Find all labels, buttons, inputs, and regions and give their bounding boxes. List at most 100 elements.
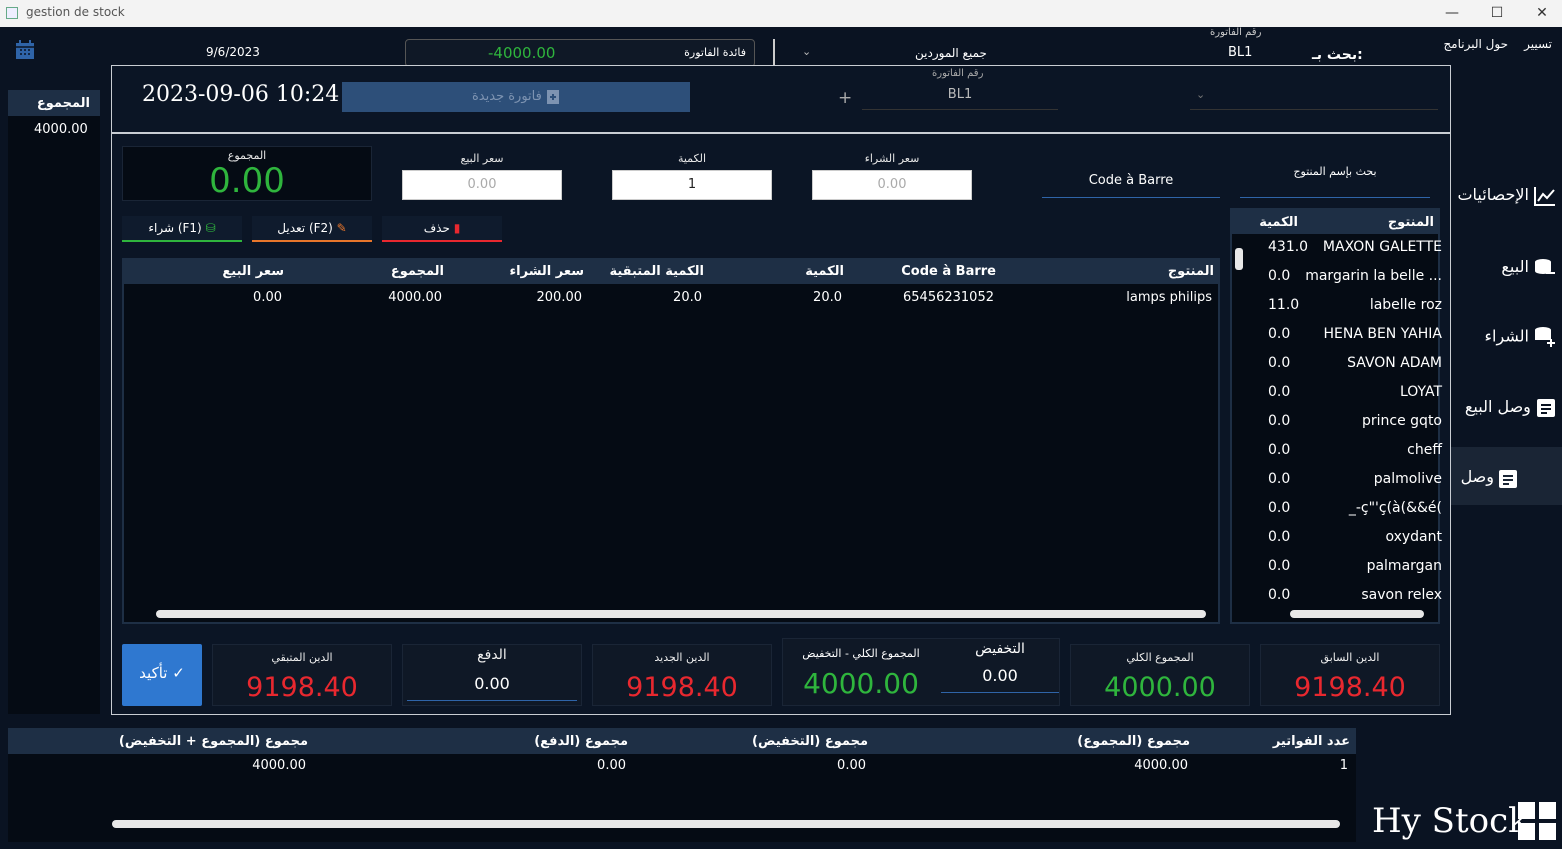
remaining-debt-label: الدين المتبقي bbox=[271, 651, 333, 664]
col-product-name[interactable]: المنتوج bbox=[1388, 215, 1434, 230]
name-search-tab[interactable]: بحث بإسم المنتوج bbox=[1240, 162, 1430, 198]
buy-price-input[interactable]: 0.00 bbox=[812, 170, 972, 200]
col-total[interactable]: المجموع bbox=[391, 264, 444, 279]
cell-sum-payment: 0.00 bbox=[597, 758, 626, 773]
maximize-button[interactable]: ☐ bbox=[1477, 2, 1517, 24]
profit-box: -4000.00 فائدة الفاتورة bbox=[405, 39, 755, 67]
list-item[interactable]: 0.0 SAVON ADAM bbox=[1242, 350, 1442, 379]
left-total-value: 4000.00 bbox=[34, 122, 88, 137]
col-sum-discount[interactable]: مجموع (التخفيض) bbox=[752, 734, 868, 749]
summary-table-scrollbar[interactable] bbox=[112, 820, 1340, 828]
col-sell-price[interactable]: سعر البيع bbox=[222, 264, 284, 279]
product-qty: 0.0 bbox=[1268, 500, 1291, 516]
table-row[interactable]: 1 4000.00 0.00 0.00 4000.00 bbox=[8, 756, 1356, 780]
invoice-no-top[interactable]: BL1 bbox=[1228, 45, 1252, 60]
list-item[interactable]: 0.0 palmargan bbox=[1242, 553, 1442, 582]
total-minus-discount-label: المجموع الكلي - التخفيض bbox=[802, 647, 920, 660]
sidebar-item-sales-receipt[interactable]: وصل البيع bbox=[1465, 397, 1556, 418]
product-list-hscroll[interactable] bbox=[1290, 610, 1424, 618]
list-item[interactable]: 0.0 _-ç"'ç(à(&&é( bbox=[1242, 495, 1442, 524]
cell-quantity: 20.0 bbox=[813, 290, 842, 305]
product-qty: 0.0 bbox=[1268, 558, 1291, 574]
trash-icon: ▮ bbox=[453, 221, 461, 235]
col-quantity[interactable]: الكمية bbox=[805, 264, 844, 279]
list-item[interactable]: 0.0 margarin la belle ... bbox=[1242, 263, 1442, 292]
calendar-icon[interactable] bbox=[15, 40, 35, 60]
col-barcode[interactable]: Code à Barre bbox=[901, 264, 996, 279]
discount-label: التخفيض bbox=[975, 641, 1025, 657]
total-minus-discount-value: 4000.00 bbox=[803, 667, 919, 700]
product-qty: 431.0 bbox=[1268, 239, 1309, 255]
col-sum-payment[interactable]: مجموع (الدفع) bbox=[534, 734, 628, 749]
profit-label: فائدة الفاتورة bbox=[684, 46, 746, 59]
list-item[interactable]: 11.0 labelle roz bbox=[1242, 292, 1442, 321]
list-item[interactable]: 0.0 LOYAT bbox=[1242, 379, 1442, 408]
list-item[interactable]: 0.0 oxydant bbox=[1242, 524, 1442, 553]
sidebar-item-sales[interactable]: البيع bbox=[1501, 257, 1556, 278]
list-item[interactable]: 431.0 MAXON GALETTE bbox=[1242, 234, 1442, 263]
product-name: _-ç"'ç(à(&&é( bbox=[1348, 500, 1442, 516]
list-item[interactable]: 0.0 HENA BEN YAHIA bbox=[1242, 321, 1442, 350]
confirm-button[interactable]: تأكيد ✓ bbox=[122, 644, 202, 706]
menu-manage[interactable]: تسيير bbox=[1524, 37, 1552, 51]
table-row[interactable]: lamps philips 65456231052 20.0 20.0 200.… bbox=[124, 286, 1218, 312]
barcode-search-tab[interactable]: Code à Barre bbox=[1042, 170, 1220, 198]
new-invoice-button[interactable]: فاتورة جديدة bbox=[342, 82, 690, 112]
chevron-down-icon[interactable]: ⌄ bbox=[802, 45, 811, 58]
supplier-filter[interactable]: جميع الموردين bbox=[915, 46, 987, 60]
left-total-header: المجموع bbox=[8, 90, 100, 116]
list-item[interactable]: 0.0 prince gqto bbox=[1242, 408, 1442, 437]
cell-sell-price: 0.00 bbox=[253, 290, 282, 305]
database-plus-icon bbox=[1535, 327, 1555, 347]
invoice-no-label-top: رقم الفاتورة bbox=[1210, 27, 1262, 38]
buy-price-label: سعر الشراء bbox=[864, 152, 920, 165]
quantity-input[interactable]: 1 bbox=[612, 170, 772, 200]
close-button[interactable]: ✕ bbox=[1522, 2, 1562, 24]
cell-count: 1 bbox=[1339, 758, 1348, 773]
col-buy-price[interactable]: سعر الشراء bbox=[510, 264, 585, 279]
cell-buy-price: 200.00 bbox=[536, 290, 583, 305]
sidebar-item-statistics[interactable]: الإحصائيات bbox=[1457, 185, 1556, 206]
purchase-dialog: 2023-09-06 10:24 فاتورة جديدة + رقم الفا… bbox=[111, 65, 1451, 715]
product-name: SAVON ADAM bbox=[1347, 355, 1442, 371]
receipt-icon bbox=[1499, 470, 1517, 488]
payment-box: الدفع 0.00 bbox=[402, 644, 582, 706]
dialog-supplier-select[interactable]: ⌄ bbox=[1190, 84, 1438, 110]
menu-about[interactable]: حول البرنامج bbox=[1443, 37, 1508, 51]
delete-button[interactable]: حذف ▮ bbox=[382, 216, 502, 242]
product-name: LOYAT bbox=[1399, 384, 1442, 400]
dialog-invoice-no-input[interactable]: BL1 bbox=[862, 84, 1058, 110]
product-qty: 0.0 bbox=[1268, 529, 1291, 545]
buy-button[interactable]: شراء (F1) ⛁ bbox=[122, 216, 242, 242]
minimize-button[interactable]: — bbox=[1432, 2, 1472, 24]
col-product-qty[interactable]: الكمية bbox=[1259, 215, 1298, 230]
date-filter[interactable]: 9/6/2023 bbox=[206, 45, 260, 59]
col-sum-total[interactable]: مجموع (المجموع) bbox=[1077, 734, 1190, 749]
col-sum-total-discount[interactable]: مجموع (المجموع + التخفيض) bbox=[119, 734, 308, 749]
list-item[interactable]: 0.0 savon relex bbox=[1242, 582, 1442, 611]
list-item[interactable]: 0.0 cheff bbox=[1242, 437, 1442, 466]
product-qty: 0.0 bbox=[1268, 471, 1291, 487]
discount-input[interactable]: 0.00 bbox=[941, 663, 1059, 693]
edit-button[interactable]: تعديل (F2) ✎ bbox=[252, 216, 372, 242]
sell-price-input[interactable]: 0.00 bbox=[402, 170, 562, 200]
table-scrollbar[interactable] bbox=[156, 610, 1206, 618]
sidebar-item-receipt[interactable]: وصل bbox=[1450, 447, 1562, 505]
col-remaining[interactable]: الكمية المتبقية bbox=[609, 264, 704, 279]
cell-total: 4000.00 bbox=[388, 290, 442, 305]
col-count[interactable]: عدد الفواتير bbox=[1273, 734, 1350, 749]
coins-add-icon: ⛁ bbox=[205, 221, 216, 235]
window-titlebar: gestion de stock — ☐ ✕ bbox=[0, 0, 1562, 27]
list-item[interactable]: 0.0 palmolive bbox=[1242, 466, 1442, 495]
product-qty: 0.0 bbox=[1268, 384, 1291, 400]
logo-icon bbox=[1518, 802, 1556, 840]
new-debt-label: الدين الجديد bbox=[654, 651, 710, 664]
payment-input[interactable]: 0.00 bbox=[407, 671, 577, 701]
sidebar-item-purchase[interactable]: الشراء bbox=[1485, 326, 1556, 348]
quantity-label: الكمية bbox=[677, 152, 707, 165]
add-icon[interactable]: + bbox=[838, 88, 852, 108]
dialog-total-value: 0.00 bbox=[209, 161, 285, 201]
total-minus-discount-box: المجموع الكلي - التخفيض 4000.00 التخفيض … bbox=[782, 638, 1060, 706]
search-by-label: بحث بـ: bbox=[1312, 47, 1363, 63]
col-product[interactable]: المنتوج bbox=[1168, 264, 1214, 279]
